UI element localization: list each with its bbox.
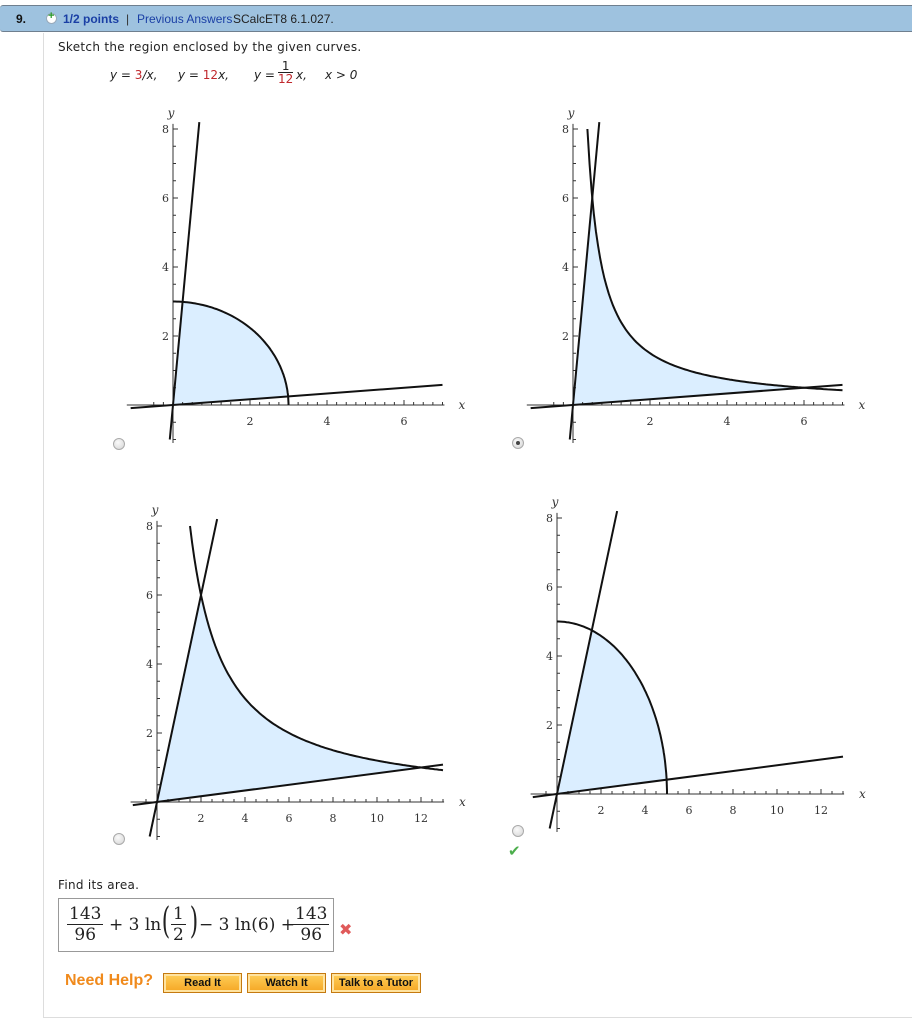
x-tick-label: 4 [242,812,249,825]
x-tick-label: 12 [814,804,828,817]
y-tick-label: 2 [162,330,169,343]
y-axis-label: y [551,495,559,509]
answer-fraction-half: 12 [171,905,186,945]
radio-choice-3[interactable] [113,833,125,845]
x-axis-label: x [859,398,866,412]
y-tick-label: 4 [146,658,153,671]
y-tick-label: 2 [146,727,153,740]
y-tick-label: 4 [546,650,553,663]
answer-input[interactable]: 143 96 + 3 ln ( 12 ) − 3 ln(6) + 143 96 [58,898,334,952]
x-tick-label: 6 [801,415,808,428]
y-tick-label: 6 [562,192,569,205]
radio-choice-4[interactable] [512,825,524,837]
y-tick-label: 8 [162,123,169,136]
find-area-text: Find its area. [58,878,140,892]
frac-den: 2 [173,925,184,945]
y-tick-label: 4 [562,261,569,274]
frac-den: 96 [74,925,97,945]
y-tick-label: 8 [562,123,569,136]
x-axis-label: x [859,787,866,801]
graph-choice-3: 2 4 6 8 10 12 2 4 6 8 x y [130,503,466,840]
x-tick-label: 2 [598,804,605,817]
x-tick-label: 4 [324,415,331,428]
talk-to-tutor-button[interactable]: Talk to a Tutor [331,973,421,993]
y-axis-label: y [167,106,175,120]
frac-num: 143 [293,904,330,925]
y-axis-label: y [567,106,575,120]
y-tick-label: 4 [162,261,169,274]
need-help-label: Need Help? [65,972,154,989]
check-mark-icon: ✔ [508,842,521,860]
frac-num: 143 [67,904,104,925]
radio-choice-1[interactable] [113,438,125,450]
y-tick-label: 6 [146,589,153,602]
x-tick-label: 6 [286,812,293,825]
x-tick-label: 4 [724,415,731,428]
answer-fraction-1: 143 96 [67,904,104,945]
paren-close: ) [189,901,199,942]
graph-choice-1: 2 4 6 2 4 6 8 x y [126,106,466,443]
x-tick-label: 8 [730,804,737,817]
y-tick-label: 8 [146,520,153,533]
y-tick-label: 6 [546,581,553,594]
x-tick-label: 6 [401,415,408,428]
x-tick-label: 12 [414,812,428,825]
answer-term-2: + 3 ln [109,915,162,935]
graph-choice-4: 2 4 6 8 10 12 2 4 6 8 x y [530,495,866,832]
x-tick-label: 4 [642,804,649,817]
x-mark-icon: ✖ [339,920,353,939]
radio-choice-2[interactable] [512,437,524,449]
read-it-button[interactable]: Read It [163,973,242,993]
shaded-region [157,595,421,802]
x-tick-label: 10 [370,812,384,825]
x-tick-label: 2 [647,415,654,428]
x-tick-label: 8 [330,812,337,825]
x-axis-label: x [459,398,466,412]
x-tick-label: 2 [198,812,205,825]
watch-it-button[interactable]: Watch It [247,973,326,993]
y-axis-label: y [151,503,159,517]
shaded-region [573,198,804,405]
x-tick-label: 2 [247,415,254,428]
y-tick-label: 2 [546,719,553,732]
y-tick-label: 8 [546,512,553,525]
frac-num: 1 [171,904,186,925]
answer-fraction-2: 143 96 [293,904,330,945]
x-axis-label: x [459,795,466,809]
x-tick-label: 10 [770,804,784,817]
graph-choice-2: 2 4 6 2 4 6 8 x y [526,106,866,443]
y-tick-label: 6 [162,192,169,205]
paren-open: ( [161,901,171,942]
x-tick-label: 6 [686,804,693,817]
y-tick-label: 2 [562,330,569,343]
frac-den: 96 [300,925,323,945]
shaded-region [173,301,289,405]
graph-choice-1: 2 4 6 2 4 6 8 x y 2 4 6 2 4 6 8 x y 2 4 6 8 10 12 2 4 6 8 x y 2 4 6 8 10 12… [126,106,866,840]
answer-term-3: − 3 ln(6) + [199,915,295,935]
